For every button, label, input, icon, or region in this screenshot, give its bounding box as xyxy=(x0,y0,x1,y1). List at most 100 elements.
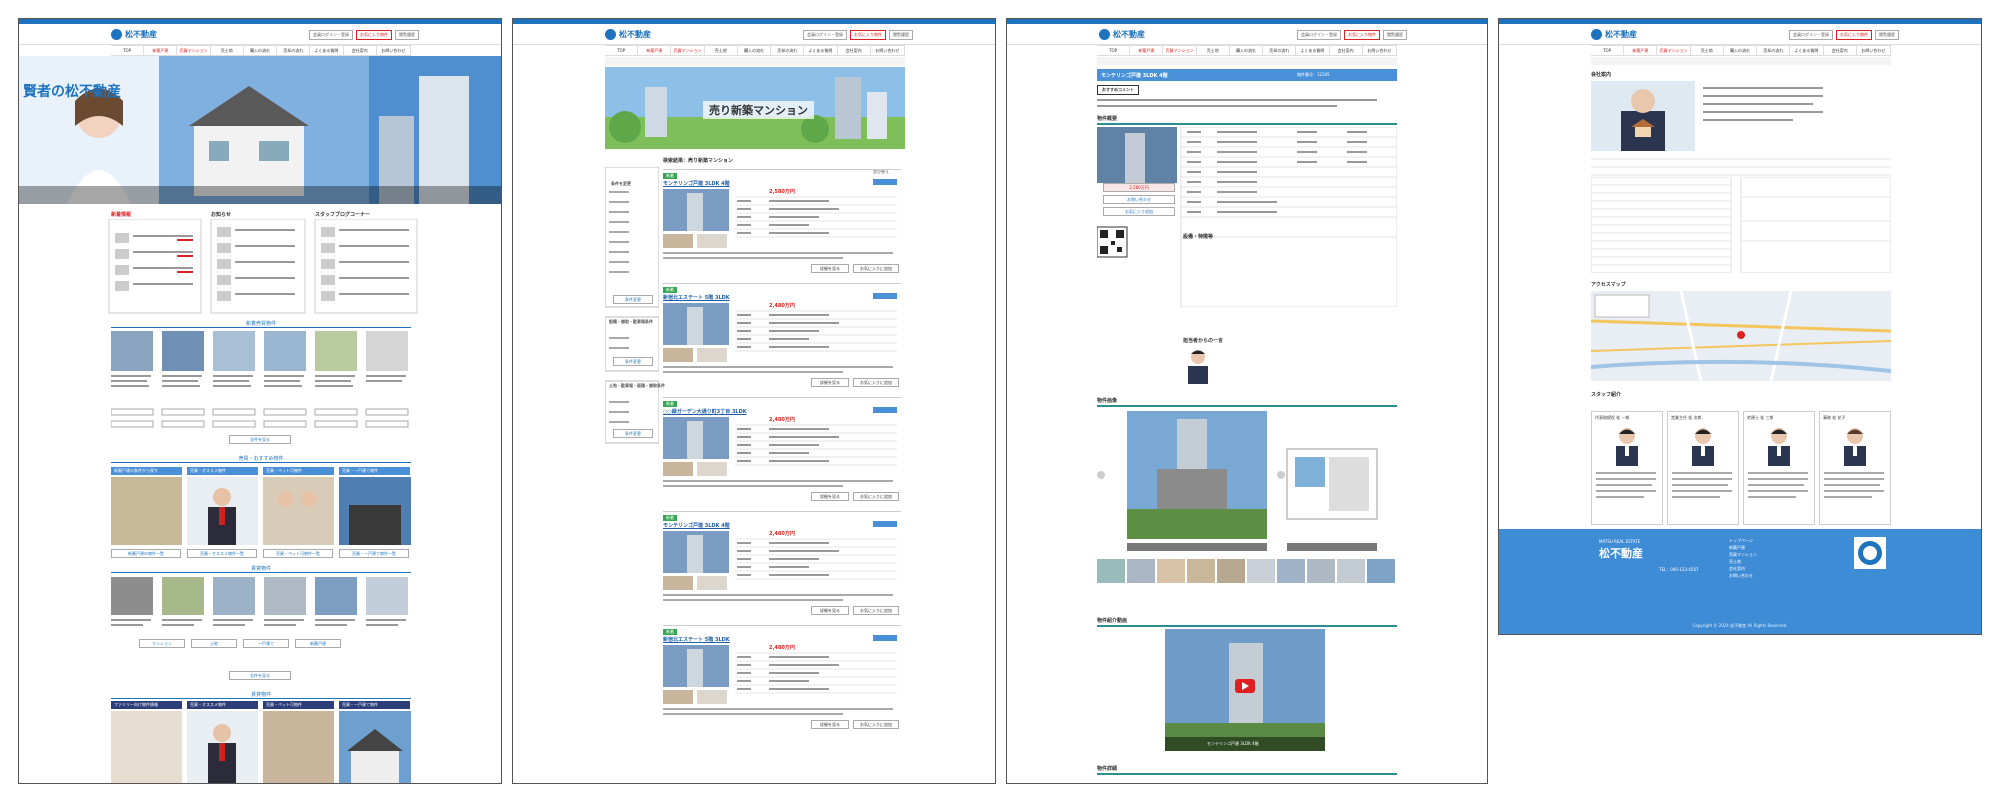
footer-link[interactable]: 新築戸建 xyxy=(1729,544,1757,551)
footer-link[interactable]: お問い合わせ xyxy=(1729,572,1757,579)
login-button[interactable]: 会員ログイン・登録 xyxy=(1789,30,1833,40)
listing-detail-tag[interactable] xyxy=(873,293,897,299)
nav-item-mansion[interactable]: 売買マンション xyxy=(1163,46,1197,55)
cat-list-button-2[interactable]: 売買・オススメ物件一覧 xyxy=(187,549,257,558)
footer-link[interactable]: 売買マンション xyxy=(1729,551,1757,558)
nav-item-new-house[interactable]: 新築戸建 xyxy=(638,46,672,55)
history-button[interactable]: 閲覧履歴 xyxy=(395,30,419,40)
nav-item-land[interactable]: 売土地 xyxy=(1691,46,1724,55)
listing-detail-tag[interactable] xyxy=(873,407,897,413)
login-button[interactable]: 会員ログイン・登録 xyxy=(1297,30,1341,40)
favorite-button[interactable]: お気に入りに追加 xyxy=(853,720,899,729)
favorite-button[interactable]: お気に入りに追加 xyxy=(853,492,899,501)
chip-house[interactable]: 一戸建て xyxy=(243,639,289,648)
login-button[interactable]: 会員ログイン・登録 xyxy=(309,30,353,40)
listing-title[interactable]: ○○緑ガーデン大通り町3丁目 3LDK xyxy=(663,408,747,415)
nav-item-sell-flow[interactable]: 売却の流れ xyxy=(1263,46,1297,55)
listing-card[interactable]: 新着 新宿北エステート 5階 3LDK 2,480万円 詳細を見る お気に入りに… xyxy=(663,625,901,734)
favorite-button[interactable]: お気に入りに追加 xyxy=(853,606,899,615)
nav-item-sell-flow[interactable]: 売却の流れ xyxy=(1757,46,1791,55)
nav-item-top[interactable]: TOP xyxy=(1097,46,1131,55)
nav-item-faq[interactable]: よくある質問 xyxy=(310,46,344,55)
nav-item-contact[interactable]: お問い合わせ xyxy=(1857,46,1891,55)
chip-mansion[interactable]: マンション xyxy=(139,639,185,648)
nav-item-mansion[interactable]: 売買マンション xyxy=(1657,46,1691,55)
contact-button[interactable]: お問い合わせ xyxy=(1103,195,1175,204)
login-button[interactable]: 会員ログイン・登録 xyxy=(803,30,847,40)
site-logo[interactable]: 松不動産 xyxy=(111,29,157,40)
access-map[interactable] xyxy=(1591,291,1891,381)
favorite-add-button[interactable]: お気に入り追加 xyxy=(1103,207,1175,216)
cat-list-button-4[interactable]: 売買・一戸建て物件一覧 xyxy=(339,549,409,558)
listing-detail-tag[interactable] xyxy=(873,635,897,641)
cat-list-button-1[interactable]: 新築戸建の物件一覧 xyxy=(111,549,181,558)
nav-item-faq[interactable]: よくある質問 xyxy=(1296,46,1330,55)
favorite-button[interactable]: お気に入りに追加 xyxy=(853,378,899,387)
nav-item-mansion[interactable]: 売買マンション xyxy=(671,46,705,55)
favorites-button[interactable]: お気に入り物件 xyxy=(1836,30,1872,40)
nav-item-sell-flow[interactable]: 売却の流れ xyxy=(277,46,311,55)
history-button[interactable]: 閲覧履歴 xyxy=(1383,30,1407,40)
video-player[interactable] xyxy=(1165,629,1325,751)
nav-item-new-house[interactable]: 新築戸建 xyxy=(1130,46,1164,55)
nav-item-company[interactable]: 会社案内 xyxy=(1824,46,1857,55)
nav-item-buy-flow[interactable]: 購入の流れ xyxy=(738,46,772,55)
nav-item-top[interactable]: TOP xyxy=(605,46,639,55)
listing-title[interactable]: 新宿北エステート 5階 3LDK xyxy=(663,636,730,643)
listing-title[interactable]: モンテリンゴ戸建 3LDK 4階 xyxy=(663,522,730,529)
nav-item-faq[interactable]: よくある質問 xyxy=(1790,46,1824,55)
listing-card[interactable]: 新着 新宿北エステート 5階 3LDK 2,480万円 詳細を見る お気に入りに… xyxy=(663,283,901,392)
nav-item-land[interactable]: 売土地 xyxy=(1197,46,1230,55)
nav-item-company[interactable]: 会社案内 xyxy=(1330,46,1363,55)
site-logo[interactable]: 松不動産 xyxy=(1099,29,1145,40)
photo-gallery[interactable] xyxy=(1097,409,1397,587)
side-search-button-3[interactable]: 条件変更 xyxy=(613,429,653,438)
nav-item-contact[interactable]: お問い合わせ xyxy=(377,46,411,55)
listing-card[interactable]: 新着 ○○緑ガーデン大通り町3丁目 3LDK 2,480万円 詳細を見る お気に… xyxy=(663,397,901,506)
history-button[interactable]: 閲覧履歴 xyxy=(889,30,913,40)
nav-item-contact[interactable]: お問い合わせ xyxy=(871,46,905,55)
nav-item-mansion[interactable]: 売買マンション xyxy=(177,46,211,55)
footer-link[interactable]: 売土地 xyxy=(1729,558,1757,565)
detail-button[interactable]: 詳細を見る xyxy=(811,720,849,729)
listing-card[interactable]: 新着 モンテリンゴ戸建 3LDK 4階 2,480万円 詳細を見る お気に入りに… xyxy=(663,511,901,620)
nav-item-land[interactable]: 売土地 xyxy=(705,46,738,55)
chip-land[interactable]: 土地 xyxy=(191,639,237,648)
nav-item-buy-flow[interactable]: 購入の流れ xyxy=(1230,46,1264,55)
footer-link[interactable]: トップページ xyxy=(1729,537,1757,544)
footer-link[interactable]: 会社案内 xyxy=(1729,565,1757,572)
favorites-button[interactable]: お気に入り物件 xyxy=(1344,30,1380,40)
cat-list-button-3[interactable]: 売買・ペット可物件一覧 xyxy=(263,549,333,558)
nav-item-top[interactable]: TOP xyxy=(1591,46,1625,55)
nav-item-faq[interactable]: よくある質問 xyxy=(804,46,838,55)
site-logo[interactable]: 松不動産 xyxy=(1591,29,1637,40)
nav-item-company[interactable]: 会社案内 xyxy=(344,46,377,55)
history-button[interactable]: 閲覧履歴 xyxy=(1875,30,1899,40)
site-logo[interactable]: 松不動産 xyxy=(605,29,651,40)
nav-item-contact[interactable]: お問い合わせ xyxy=(1363,46,1397,55)
chip-new-house[interactable]: 新築戸建 xyxy=(295,639,341,648)
side-search-button-1[interactable]: 条件変更 xyxy=(613,295,653,304)
side-search-button-2[interactable]: 条件変更 xyxy=(613,357,653,366)
detail-button[interactable]: 詳細を見る xyxy=(811,378,849,387)
see-all-button-1[interactable]: 全件を見る xyxy=(229,435,291,444)
nav-item-buy-flow[interactable]: 購入の流れ xyxy=(1724,46,1758,55)
nav-item-company[interactable]: 会社案内 xyxy=(838,46,871,55)
listing-detail-tag[interactable] xyxy=(873,179,897,185)
listing-card[interactable]: 新着 モンテリンゴ戸建 3LDK 4階 2,580万円 詳細を見る お気に入りに… xyxy=(663,169,901,278)
listing-detail-tag[interactable] xyxy=(873,521,897,527)
hero-slider[interactable]: 賢者の松不動産 xyxy=(19,56,501,204)
see-all-button-2[interactable]: 全件を見る xyxy=(229,671,291,680)
nav-item-sell-flow[interactable]: 売却の流れ xyxy=(771,46,805,55)
nav-item-new-house[interactable]: 新築戸建 xyxy=(1624,46,1658,55)
listing-title[interactable]: モンテリンゴ戸建 3LDK 4階 xyxy=(663,180,730,187)
favorites-button[interactable]: お気に入り物件 xyxy=(356,30,392,40)
listing-title[interactable]: 新宿北エステート 5階 3LDK xyxy=(663,294,730,301)
nav-item-land[interactable]: 売土地 xyxy=(211,46,244,55)
nav-item-top[interactable]: TOP xyxy=(111,46,145,55)
detail-button[interactable]: 詳細を見る xyxy=(811,492,849,501)
detail-button[interactable]: 詳細を見る xyxy=(811,264,849,273)
detail-button[interactable]: 詳細を見る xyxy=(811,606,849,615)
nav-item-buy-flow[interactable]: 購入の流れ xyxy=(244,46,278,55)
favorites-button[interactable]: お気に入り物件 xyxy=(850,30,886,40)
